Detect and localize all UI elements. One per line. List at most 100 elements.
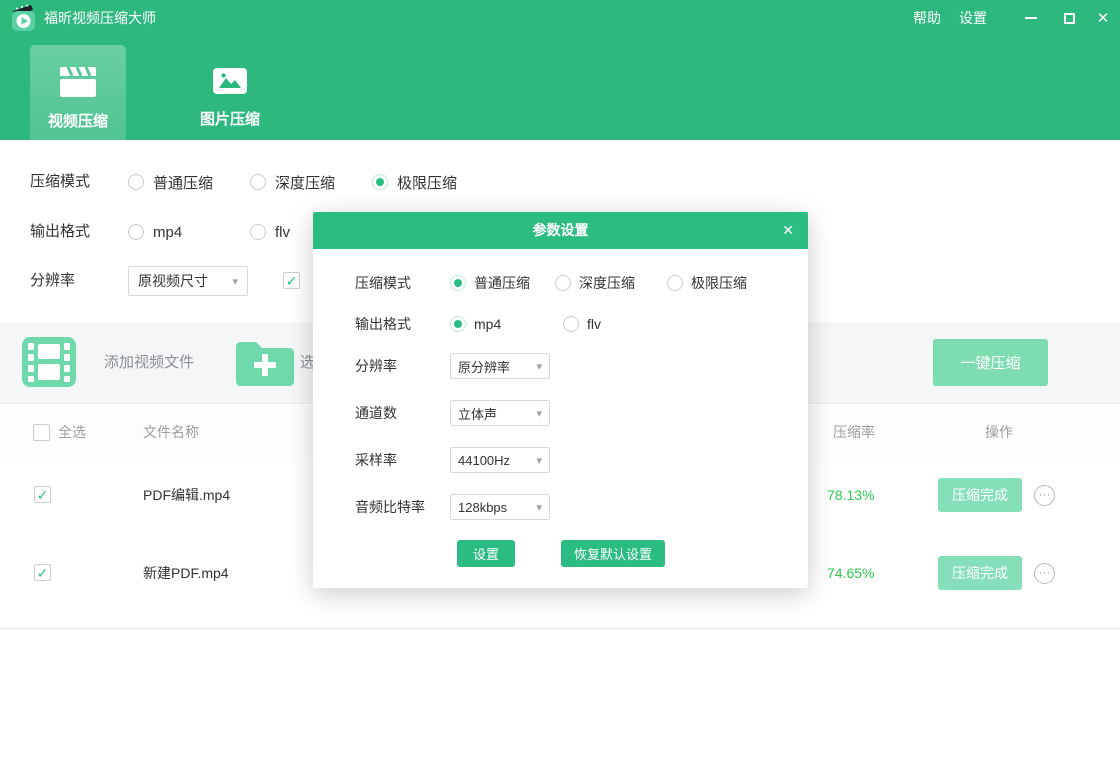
modal-channels-label: 通道数 [355, 400, 397, 426]
help-button[interactable]: 帮助 [913, 0, 941, 36]
settings-button[interactable]: 设置 [959, 0, 987, 36]
maximize-button[interactable] [1054, 0, 1084, 36]
parameter-settings-dialog: 参数设置 ✕ 压缩模式 普通压缩 深度压缩 极限压缩 输出格式 mp4 flv … [313, 212, 808, 588]
radio-icon [250, 224, 266, 240]
modal-radio-deep-compression[interactable]: 深度压缩 [555, 270, 635, 296]
modal-bitrate-row: 音频比特率 128kbps ▾ [355, 494, 785, 520]
add-folder-icon[interactable] [236, 340, 294, 386]
compression-done-button[interactable]: 压缩完成 [938, 478, 1022, 512]
chevron-down-icon: ▾ [536, 454, 542, 467]
modal-output-format-row: 输出格式 mp4 flv [355, 311, 785, 337]
tab-video-label: 视频压缩 [30, 110, 126, 131]
chevron-down-icon: ▾ [536, 360, 542, 373]
maximize-icon [1064, 13, 1075, 24]
resolution-option-checkbox[interactable]: ✓ [283, 272, 300, 289]
app-logo-icon [10, 4, 38, 32]
modal-resolution-row: 分辨率 原分辨率 ▾ [355, 353, 785, 379]
radio-checked-icon [450, 275, 466, 291]
radio-normal-compression[interactable]: 普通压缩 [128, 167, 213, 197]
select-all-checkbox[interactable] [33, 424, 50, 441]
radio-icon [667, 275, 683, 291]
modal-radio-extreme-compression[interactable]: 极限压缩 [667, 270, 747, 296]
column-action: 操作 [985, 405, 1013, 459]
more-options-button[interactable]: ··· [1034, 563, 1055, 584]
radio-icon [250, 174, 266, 190]
tab-video-compression[interactable]: 视频压缩 [30, 45, 126, 140]
compression-done-button[interactable]: 压缩完成 [938, 556, 1022, 590]
compression-ratio: 74.65% [827, 537, 874, 609]
output-format-label: 输出格式 [30, 217, 90, 247]
app-header: 福昕视频压缩大师 帮助 设置 ✕ 视频压缩 图片压缩 [0, 0, 1120, 140]
modal-compression-mode-row: 压缩模式 普通压缩 深度压缩 极限压缩 [355, 270, 785, 296]
check-icon: ✓ [37, 488, 49, 502]
dialog-close-button[interactable]: ✕ [782, 212, 794, 249]
modal-resolution-label: 分辨率 [355, 353, 397, 379]
radio-checked-icon [372, 174, 388, 190]
modal-samplerate-value: 44100Hz [458, 453, 510, 468]
select-all-label: 全选 [58, 405, 86, 459]
radio-flv[interactable]: flv [250, 217, 290, 247]
modal-radio-flv[interactable]: flv [563, 311, 601, 337]
restore-defaults-button[interactable]: 恢复默认设置 [561, 540, 665, 567]
modal-output-format-label: 输出格式 [355, 311, 411, 337]
resolution-label: 分辨率 [30, 266, 75, 296]
radio-mp4[interactable]: mp4 [128, 217, 182, 247]
compression-mode-label: 压缩模式 [30, 167, 90, 197]
modal-bitrate-value: 128kbps [458, 500, 507, 515]
modal-channels-value: 立体声 [458, 404, 497, 423]
column-file-name: 文件名称 [143, 405, 199, 459]
row-checkbox[interactable]: ✓ [34, 486, 51, 503]
app-title: 福昕视频压缩大师 [44, 0, 156, 36]
column-compression-ratio: 压缩率 [833, 405, 875, 459]
apply-settings-button[interactable]: 设置 [457, 540, 515, 567]
modal-samplerate-label: 采样率 [355, 447, 397, 473]
resolution-select[interactable]: 原视频尺寸 ▾ [128, 266, 248, 296]
chevron-down-icon: ▾ [536, 501, 542, 514]
modal-buttons-row: 设置 恢复默认设置 [355, 540, 785, 567]
dialog-header: 参数设置 ✕ [313, 212, 808, 249]
content-divider [0, 628, 1120, 629]
more-options-button[interactable]: ··· [1034, 485, 1055, 506]
ellipsis-icon: ··· [1039, 566, 1051, 578]
close-icon: ✕ [782, 222, 794, 239]
radio-extreme-compression[interactable]: 极限压缩 [372, 167, 457, 197]
radio-icon [563, 316, 579, 332]
ellipsis-icon: ··· [1039, 488, 1051, 500]
modal-samplerate-select[interactable]: 44100Hz ▾ [450, 447, 550, 473]
radio-icon [128, 174, 144, 190]
radio-icon [128, 224, 144, 240]
window-close-button[interactable]: ✕ [1088, 0, 1118, 36]
row-checkbox[interactable]: ✓ [34, 564, 51, 581]
clapperboard-icon [59, 67, 97, 97]
check-icon: ✓ [37, 566, 49, 580]
modal-resolution-value: 原分辨率 [458, 357, 510, 376]
check-icon: ✓ [286, 274, 298, 288]
modal-bitrate-select[interactable]: 128kbps ▾ [450, 494, 550, 520]
tab-image-compression[interactable]: 图片压缩 [180, 45, 280, 140]
close-icon: ✕ [1097, 9, 1110, 27]
radio-icon [555, 275, 571, 291]
modal-radio-mp4[interactable]: mp4 [450, 311, 501, 337]
tab-image-label: 图片压缩 [180, 108, 280, 129]
add-video-files-button[interactable]: 添加视频文件 [104, 322, 194, 404]
modal-compression-mode-label: 压缩模式 [355, 270, 411, 296]
titlebar: 福昕视频压缩大师 帮助 设置 ✕ [0, 0, 1120, 36]
minimize-button[interactable] [1016, 0, 1046, 36]
radio-deep-compression[interactable]: 深度压缩 [250, 167, 335, 197]
film-strip-icon[interactable] [22, 337, 76, 387]
compress-all-button[interactable]: 一键压缩 [933, 339, 1048, 386]
compression-mode-row: 压缩模式 普通压缩 深度压缩 极限压缩 [30, 167, 790, 197]
compression-ratio: 78.13% [827, 459, 874, 531]
chevron-down-icon: ▾ [536, 407, 542, 420]
modal-resolution-select[interactable]: 原分辨率 ▾ [450, 353, 550, 379]
radio-checked-icon [450, 316, 466, 332]
file-name: 新建PDF.mp4 [143, 537, 229, 609]
dialog-title: 参数设置 [313, 212, 808, 249]
modal-samplerate-row: 采样率 44100Hz ▾ [355, 447, 785, 473]
modal-channels-select[interactable]: 立体声 ▾ [450, 400, 550, 426]
modal-channels-row: 通道数 立体声 ▾ [355, 400, 785, 426]
resolution-select-value: 原视频尺寸 [138, 271, 208, 291]
chevron-down-icon: ▾ [232, 275, 238, 288]
modal-radio-normal-compression[interactable]: 普通压缩 [450, 270, 530, 296]
minimize-icon [1025, 17, 1037, 19]
